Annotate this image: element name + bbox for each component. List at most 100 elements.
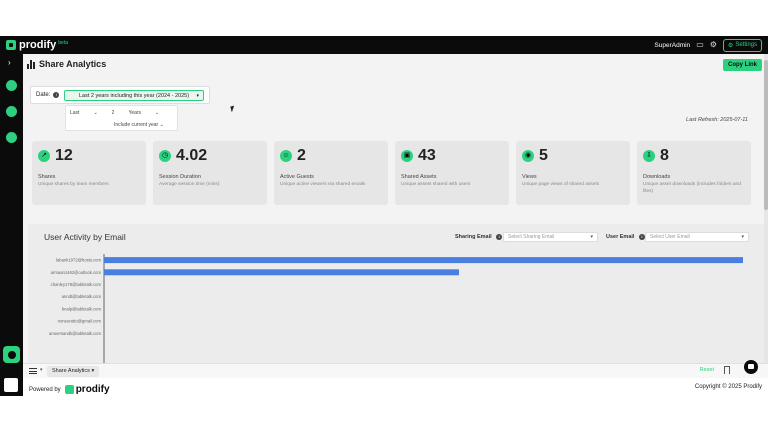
bar xyxy=(104,269,459,276)
kpi-value: 12 xyxy=(55,147,73,164)
kpi-description: Unique asset downloads (includes folders… xyxy=(643,182,741,194)
copy-link-button[interactable]: Copy Link xyxy=(722,59,762,71)
kpi-description: Unique page views of shared assets xyxy=(522,182,600,187)
sharing-email-placeholder: Select Sharing Email xyxy=(508,234,555,240)
powered-by-label: Powered by xyxy=(29,386,61,393)
chevron-down-icon: ▾ xyxy=(741,234,744,240)
tab-share-analytics[interactable]: Share Analytics ▾ xyxy=(47,366,100,377)
date-filter: Date: i Last 2 years including this year… xyxy=(30,86,210,104)
footer: Powered by prodify Copyright © 2025 Prod… xyxy=(23,378,768,396)
kpi-label: Shares xyxy=(38,174,56,180)
y-tick-label: noneuratto@gmail.com xyxy=(58,319,102,324)
bottom-bar: ▾ Share Analytics ▾ Reset xyxy=(23,360,768,378)
settings-button[interactable]: ⚙ Settings xyxy=(722,38,762,52)
y-tick-label: chanley178@tabletalk.com xyxy=(51,282,102,287)
chevron-down-icon[interactable]: ▾ xyxy=(40,367,43,373)
chevron-down-icon: ▾ xyxy=(196,92,199,99)
user-name[interactable]: SuperAdmin xyxy=(654,42,690,49)
range-direction-select[interactable]: Last xyxy=(70,110,79,116)
y-tick-label: armaan1462@outlook.com xyxy=(51,270,102,275)
bookmark-icon[interactable] xyxy=(724,366,730,374)
prodify-logo-icon xyxy=(64,385,74,394)
user-avatar[interactable] xyxy=(4,378,18,392)
sharing-email-select[interactable]: Select Sharing Email ▾ xyxy=(503,232,598,242)
footer-logo[interactable]: prodify xyxy=(64,384,110,395)
hamburger-menu-icon[interactable] xyxy=(29,368,37,374)
sidebar-item-assets-icon[interactable] xyxy=(6,106,17,117)
brand-name: prodify xyxy=(19,39,57,51)
bar-chart-icon xyxy=(27,59,35,69)
page-title: Share Analytics xyxy=(27,59,106,69)
kpi-description: Unique shares by team members xyxy=(38,182,109,187)
expand-sidebar-icon[interactable]: › xyxy=(8,58,11,67)
reset-button[interactable]: Reset xyxy=(700,367,714,373)
activity-title: User Activity by Email xyxy=(44,232,126,242)
include-current-year-toggle[interactable]: Include current year xyxy=(114,122,158,128)
kpi-value: 2 xyxy=(297,147,306,164)
sidebar: › xyxy=(0,54,23,396)
y-tick-label: bnalp@tabletalk.com xyxy=(62,306,102,311)
main-content: Share Analytics Copy Link Date: i Last 2… xyxy=(23,54,768,396)
kpi-label: Session Duration xyxy=(159,174,201,180)
sharing-email-label: Sharing Email i xyxy=(455,234,503,240)
chevron-down-icon: ▾ xyxy=(590,234,593,240)
date-range-value: Last 2 years including this year (2024 -… xyxy=(78,92,190,99)
bar xyxy=(104,257,743,264)
kpi-label: Active Guests xyxy=(280,174,314,180)
kpi-label: Views xyxy=(522,174,537,180)
download-icon: ⇩ xyxy=(643,150,655,162)
prodify-logo-icon xyxy=(6,40,16,50)
kpi-card: ◷ 4.02 Session Duration Average session tim… xyxy=(153,141,267,205)
kpi-card: ☺ 2 Active Guests Unique active viewers via… xyxy=(274,141,388,205)
page-title-text: Share Analytics xyxy=(39,59,107,69)
settings-gear-icon: ⚙ xyxy=(727,42,734,49)
date-label: Date: xyxy=(36,92,51,98)
user-icon: ☺ xyxy=(280,150,292,162)
chevron-down-icon: ⌄ xyxy=(155,110,160,116)
kpi-card: ▣ 43 Shared Assets Unique assets shared wit… xyxy=(395,141,509,205)
brand-logo[interactable]: prodify beta xyxy=(6,39,68,51)
kpi-card: ◉ 5 Views Unique page views of shared asset… xyxy=(516,141,630,205)
assets-icon: ▣ xyxy=(401,150,413,162)
user-email-placeholder: Select User Email xyxy=(650,234,690,240)
powered-by: Powered by prodify xyxy=(29,384,110,395)
y-tick-label: labank1972@hosts.com xyxy=(56,258,102,263)
sidebar-item-share-analytics-icon[interactable] xyxy=(3,346,20,363)
date-range-select[interactable]: Last 2 years including this year (2024 -… xyxy=(64,90,204,101)
gear-icon[interactable]: ⚙ xyxy=(710,41,717,49)
app-window: prodify beta SuperAdmin ▭ ⚙ ⚙ Settings ›… xyxy=(0,36,768,396)
kpi-label: Downloads xyxy=(643,174,671,180)
kpi-value: 5 xyxy=(539,147,548,164)
user-email-select[interactable]: Select User Email ▾ xyxy=(645,232,749,242)
y-tick-label: ameersandk@tabletalk.com xyxy=(49,331,101,336)
top-right-controls: SuperAdmin ▭ ⚙ ⚙ Settings xyxy=(654,36,762,54)
sidebar-item-home-icon[interactable] xyxy=(6,80,17,91)
kpi-card: ⇩ 8 Downloads Unique asset downloads (inclu… xyxy=(637,141,751,205)
info-icon[interactable]: i xyxy=(496,234,503,240)
brand-badge: beta xyxy=(58,40,69,46)
share-icon: ↗ xyxy=(38,150,50,162)
kpi-cards: ↗ 12 Shares Unique shares by team members ◷ 4… xyxy=(32,141,751,205)
kpi-label: Shared Assets xyxy=(401,174,437,180)
info-icon[interactable]: i xyxy=(53,92,60,98)
kpi-value: 43 xyxy=(418,147,436,164)
y-tick-label: anndt@tabletalk.com xyxy=(62,294,102,299)
range-unit-select[interactable]: Years xyxy=(128,110,141,116)
kpi-description: Unique assets shared with users xyxy=(401,182,471,187)
kpi-value: 4.02 xyxy=(176,147,208,164)
kpi-description: Unique active viewers via shared emails xyxy=(280,182,366,187)
scrollbar[interactable] xyxy=(764,54,768,396)
sidebar-item-analytics-icon[interactable] xyxy=(6,132,17,143)
scrollbar-thumb[interactable] xyxy=(764,60,768,210)
settings-label: Settings xyxy=(735,42,757,48)
chat-bubble-icon[interactable]: ▭ xyxy=(696,41,704,49)
top-bar: prodify beta SuperAdmin ▭ ⚙ ⚙ Settings xyxy=(0,36,768,54)
kpi-description: Average session time (mins) xyxy=(159,182,220,187)
chevron-down-icon: ⌄ xyxy=(159,122,164,128)
last-refresh: Last Refresh: 2025-07-11 xyxy=(686,117,748,123)
kpi-value: 8 xyxy=(660,147,669,164)
chat-widget-icon[interactable] xyxy=(744,360,758,374)
mouse-cursor-icon xyxy=(230,105,236,113)
range-amount-input[interactable]: 2 xyxy=(112,110,115,116)
kpi-card: ↗ 12 Shares Unique shares by team members xyxy=(32,141,146,205)
